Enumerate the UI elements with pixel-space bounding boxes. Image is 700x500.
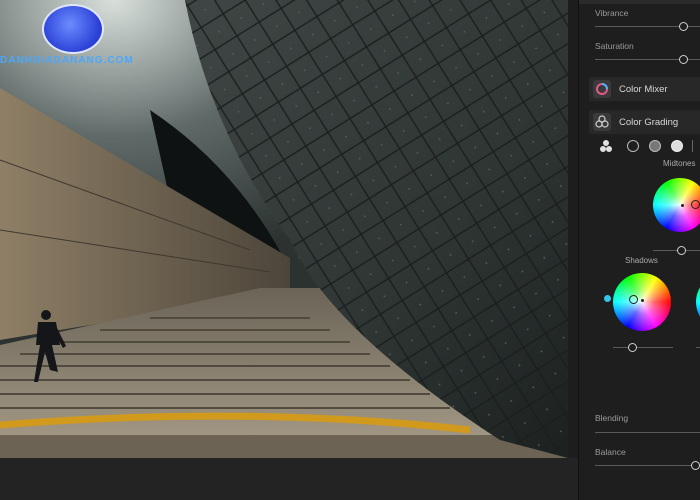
highlights-mode-icon[interactable] — [671, 140, 683, 152]
blending-slider-track[interactable] — [595, 432, 700, 433]
logo-emblem-icon — [42, 4, 104, 54]
balance-label: Balance — [595, 447, 626, 457]
photo-canvas[interactable]: DANHGIADANANG.COM — [0, 0, 568, 458]
shadows-luminance-track[interactable] — [613, 347, 673, 348]
midtones-luminance-thumb[interactable] — [677, 246, 686, 255]
color-mixer-section[interactable]: Color Mixer — [589, 77, 700, 101]
mode-divider — [692, 140, 693, 152]
three-way-mode-icon[interactable] — [599, 139, 613, 158]
midtones-label: Midtones — [663, 159, 696, 168]
highlights-color-wheel[interactable] — [696, 273, 700, 331]
shadows-wheel-center — [641, 299, 644, 302]
vibrance-label: Vibrance — [595, 8, 629, 18]
vibrance-slider-thumb[interactable] — [679, 22, 688, 31]
midtones-mode-icon[interactable] — [649, 140, 661, 152]
edit-panel: Vibrance Saturation Color Mixer Color Gr… — [578, 0, 700, 500]
balance-slider-track[interactable] — [595, 465, 700, 466]
shadows-hue-handle[interactable] — [604, 295, 611, 302]
watermark-logo: DANHGIADANANG.COM — [0, 2, 150, 72]
highlights-luminance-track[interactable] — [696, 347, 700, 348]
blending-label: Blending — [595, 413, 629, 423]
saturation-slider-thumb[interactable] — [679, 55, 688, 64]
panel-top-strip — [579, 0, 700, 4]
filmstrip-bar — [0, 458, 578, 500]
midtones-wheel-center — [681, 204, 684, 207]
color-grading-title: Color Grading — [619, 117, 679, 128]
color-mixer-icon — [593, 80, 611, 98]
color-grading-icon — [593, 113, 611, 131]
color-mixer-title: Color Mixer — [619, 84, 668, 95]
color-grading-section[interactable]: Color Grading — [589, 110, 700, 134]
shadows-color-wheel[interactable] — [613, 273, 671, 331]
shadows-wheel-handle[interactable] — [629, 295, 638, 304]
watermark-text: DANHGIADANANG.COM — [0, 55, 134, 66]
saturation-label: Saturation — [595, 41, 634, 51]
shadows-luminance-thumb[interactable] — [628, 343, 637, 352]
shadows-mode-icon[interactable] — [627, 140, 639, 152]
shadows-label: Shadows — [625, 256, 658, 265]
balance-slider-thumb[interactable] — [691, 461, 700, 470]
midtones-wheel-handle[interactable] — [691, 200, 700, 209]
